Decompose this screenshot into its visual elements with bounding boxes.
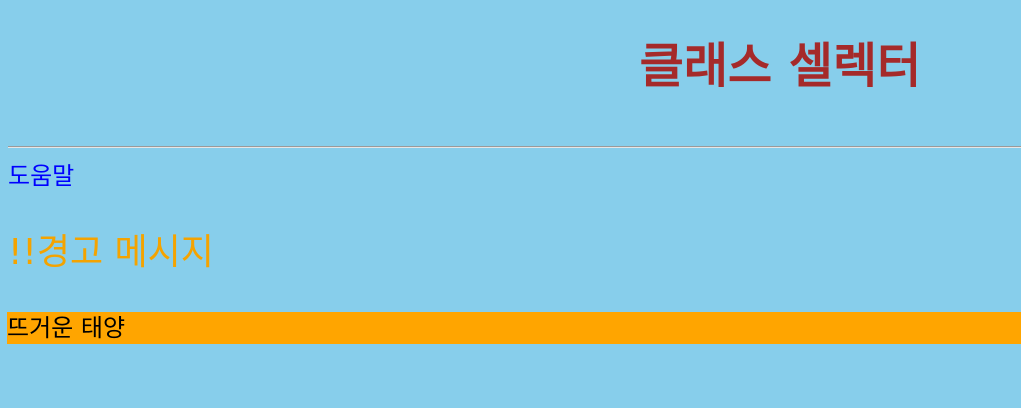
horizontal-divider: [8, 146, 1021, 148]
highlighted-text-bar: 뜨거운 태양: [7, 312, 1021, 344]
page-title: 클래스 셀렉터: [639, 38, 922, 94]
help-text: 도움말: [8, 162, 75, 190]
warning-message: !!경고 메시지: [8, 232, 214, 273]
